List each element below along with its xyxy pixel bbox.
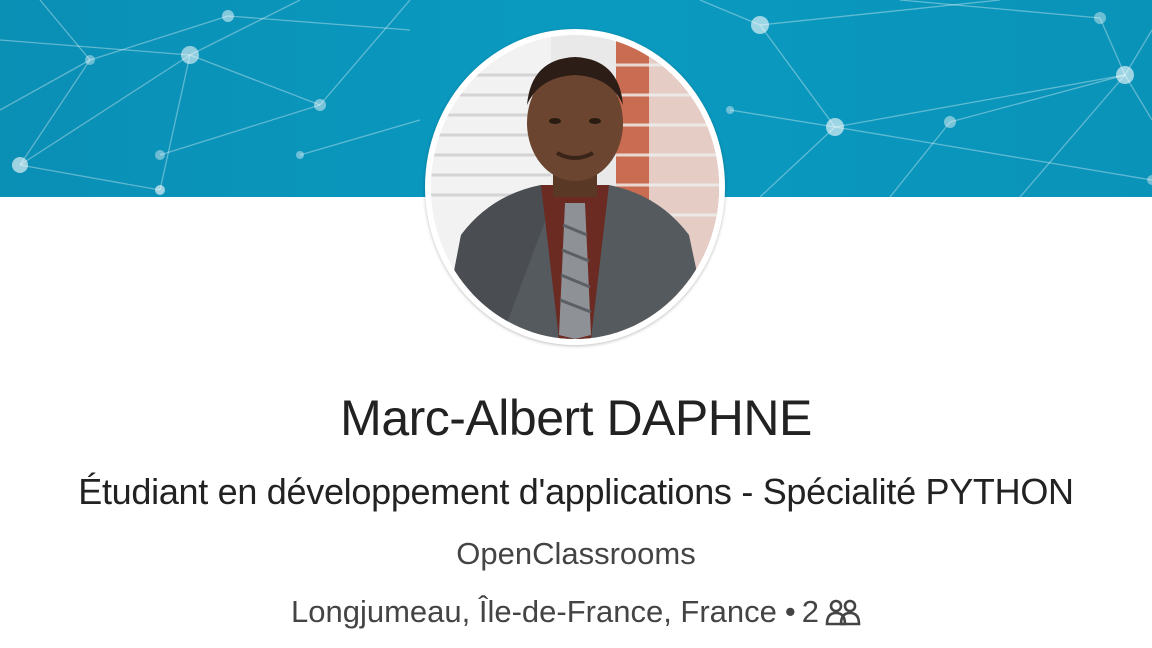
profile-company[interactable]: OpenClassrooms — [0, 533, 1152, 575]
location-row: Longjumeau, Île-de-France, France • 2 — [0, 588, 1152, 634]
avatar-photo — [431, 35, 719, 339]
profile-headline: Étudiant en développement d'applications… — [78, 471, 1074, 512]
profile-name: Marc-Albert DAPHNE — [340, 390, 812, 446]
connections-count[interactable]: 2 — [802, 590, 819, 634]
people-icon[interactable] — [825, 598, 861, 626]
profile-location: Longjumeau, Île-de-France, France — [290, 593, 777, 629]
avatar[interactable] — [425, 29, 725, 345]
profile-card: Marc-Albert DAPHNE Étudiant en développe… — [0, 0, 1152, 648]
separator-dot: • — [784, 593, 796, 629]
